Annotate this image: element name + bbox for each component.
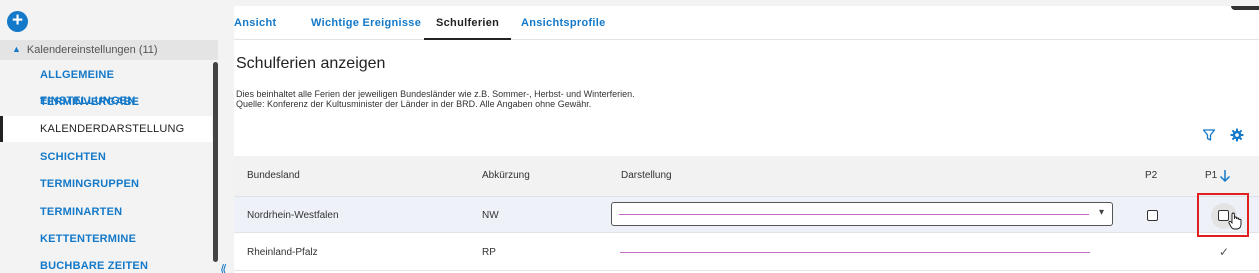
chevron-up-icon: ▲ (12, 44, 21, 54)
tab-wichtige-ereignisse[interactable]: Wichtige Ereignisse (311, 6, 421, 40)
darstellung-select[interactable]: ▾ (611, 202, 1113, 226)
tab-ansichtsprofile[interactable]: Ansichtsprofile (521, 6, 606, 40)
tab-ansicht[interactable]: Ansicht (234, 6, 276, 40)
check-icon: ✓ (1219, 245, 1230, 259)
description-line: Dies beinhaltet alle Ferien der jeweilig… (236, 89, 635, 99)
arrow-down-icon[interactable] (1219, 169, 1231, 183)
sidebar-item-allgemeine-einstellungen[interactable]: ALLGEMEINE EINSTELLUNGEN (0, 62, 212, 107)
page-title: Schulferien anzeigen (236, 55, 386, 72)
header-p1[interactable]: P1 (1205, 156, 1217, 196)
page-description: Dies beinhaltet alle Ferien der jeweilig… (236, 89, 635, 109)
line-style-preview (619, 214, 1089, 215)
p2-checkbox[interactable] (1147, 210, 1158, 221)
collapse-sidebar-icon[interactable]: ⟪ (220, 262, 227, 273)
window-corner (1231, 6, 1259, 10)
cell-abkuerzung: NW (482, 210, 499, 221)
highlight-box (1197, 193, 1249, 237)
header-bundesland[interactable]: Bundesland (247, 156, 300, 196)
gear-icon[interactable] (1230, 128, 1244, 142)
sidebar-item-buchbare-zeiten[interactable]: BUCHBARE ZEITEN (0, 253, 212, 273)
sidebar-item-schichten[interactable]: SCHICHTEN (0, 144, 212, 170)
cell-abkuerzung: RP (482, 247, 496, 258)
header-abkuerzung[interactable]: Abkürzung (482, 156, 530, 196)
sidebar-item-kalenderdarstellung[interactable]: KALENDERDARSTELLUNG (0, 116, 212, 142)
filter-icon[interactable] (1202, 128, 1216, 142)
tab-bar: Ansicht Wichtige Ereignisse Schulferien … (234, 6, 1259, 40)
tab-schulferien[interactable]: Schulferien (424, 6, 512, 40)
cell-bundesland: Nordrhein-Westfalen (247, 210, 339, 221)
sidebar-item-termingruppen[interactable]: TERMINGRUPPEN (0, 171, 212, 197)
sidebar-item-kettentermine[interactable]: KETTENTERMINE (0, 226, 212, 252)
app-root: + ▲ Kalendereinstellungen (11) ALLGEMEINE… (0, 0, 1259, 273)
chevron-down-icon: ▾ (1098, 207, 1104, 218)
table-header: Bundesland Abkürzung Darstellung P2 P1 (234, 156, 1259, 196)
section-title: Kalendereinstellungen (11) (26, 44, 158, 56)
table-row[interactable]: Rheinland-Pfalz RP ✓ (234, 234, 1259, 271)
table-row[interactable]: Nordrhein-Westfalen NW ▾ (234, 193, 1259, 237)
sidebar-section-kalendereinstellungen[interactable]: ▲ Kalendereinstellungen (11) (0, 40, 218, 60)
sidebar: + ▲ Kalendereinstellungen (11) ALLGEMEINE… (0, 0, 220, 273)
source-line: Quelle: Konferenz der Kultusminister der… (236, 99, 592, 109)
sidebar-item-terminvergabe[interactable]: TERMINVERGABE (0, 89, 212, 115)
cell-bundesland: Rheinland-Pfalz (247, 247, 318, 258)
sidebar-item-terminarten[interactable]: TERMINARTEN (0, 199, 212, 225)
header-darstellung[interactable]: Darstellung (621, 156, 672, 196)
header-p2[interactable]: P2 (1145, 156, 1157, 196)
line-style-preview (620, 252, 1090, 253)
main-panel: Ansicht Wichtige Ereignisse Schulferien … (234, 6, 1259, 273)
sidebar-scrollbar[interactable] (213, 62, 218, 262)
add-button[interactable]: + (7, 11, 28, 32)
